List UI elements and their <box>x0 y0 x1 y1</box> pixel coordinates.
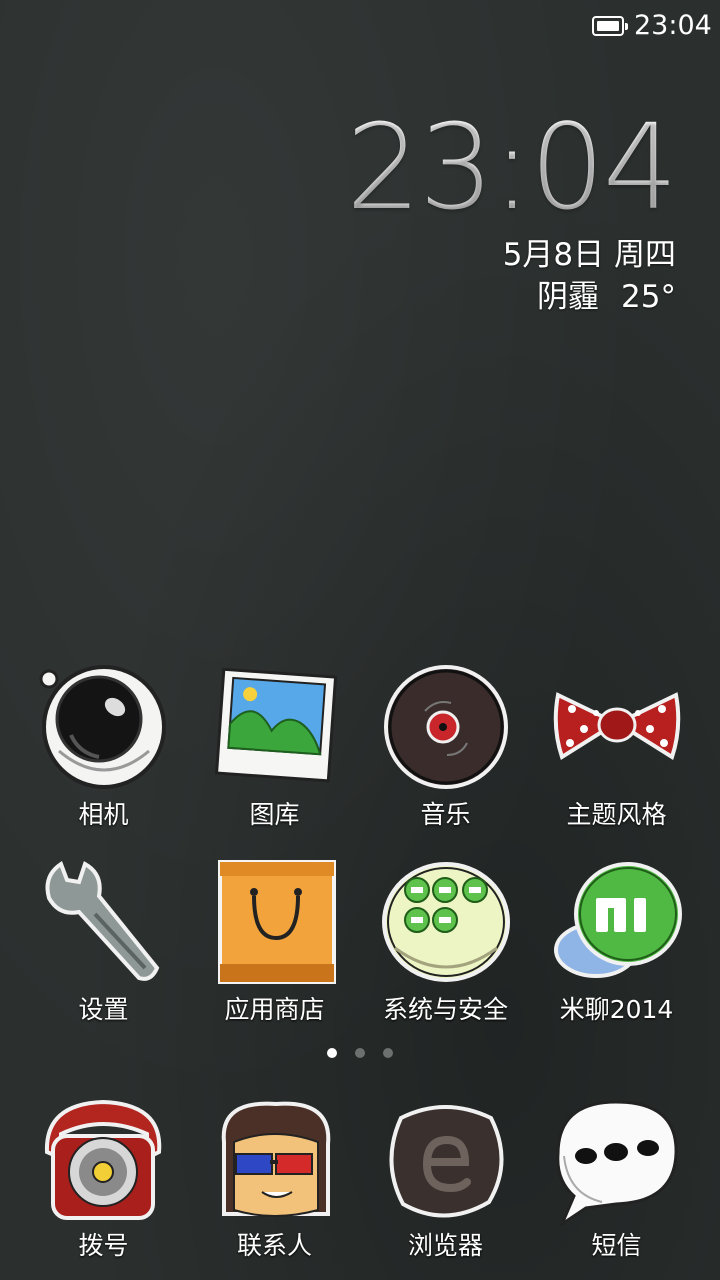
miliao-icon <box>553 862 682 978</box>
dock-app-messages[interactable]: 短信 <box>531 1090 702 1280</box>
app-label: 米聊2014 <box>559 995 674 1024</box>
clock-date: 5月8日 周四 <box>502 237 676 273</box>
app-label: 联系人 <box>236 1231 312 1260</box>
security-icon <box>381 862 510 982</box>
app-label: 设置 <box>78 995 129 1024</box>
weather-condition: 阴霾 <box>537 279 600 315</box>
app-label: 应用商店 <box>224 995 325 1024</box>
camera-icon <box>39 665 166 789</box>
clock-widget[interactable]: 23:04 5月8日 周四 阴霾 25° <box>345 98 678 318</box>
status-time: 23:04 <box>634 10 712 41</box>
status-bar: 23:04 <box>0 0 720 52</box>
app-gallery[interactable]: 图库 <box>189 655 360 850</box>
weather-temperature: 25° <box>621 279 676 315</box>
page-dot-2[interactable] <box>355 1048 365 1058</box>
dock: 拨号 联系人 浏览器 短信 <box>18 1090 702 1280</box>
page-dot-1[interactable] <box>327 1048 337 1058</box>
contacts-icon <box>221 1101 330 1217</box>
settings-wrench-icon <box>45 860 159 981</box>
page-indicator[interactable] <box>0 1048 720 1058</box>
app-miliao[interactable]: 米聊2014 <box>531 850 702 1045</box>
dock-app-contacts[interactable]: 联系人 <box>189 1090 360 1280</box>
app-label: 相机 <box>78 800 129 829</box>
page-dot-3[interactable] <box>383 1048 393 1058</box>
app-camera[interactable]: 相机 <box>18 655 189 850</box>
messages-icon <box>555 1100 678 1226</box>
battery-icon <box>592 16 628 36</box>
app-label: 拨号 <box>78 1231 129 1260</box>
clock-time: 23:04 <box>345 98 678 236</box>
phone-dialer-icon <box>44 1099 161 1220</box>
app-store[interactable]: 应用商店 <box>189 850 360 1045</box>
app-security[interactable]: 系统与安全 <box>360 850 531 1045</box>
app-label: 音乐 <box>420 800 471 829</box>
dock-app-dialer[interactable]: 拨号 <box>18 1090 189 1280</box>
app-label: 主题风格 <box>566 800 667 829</box>
themes-icon <box>553 692 680 761</box>
app-grid: 相机 图库 音乐 主题风格 设置 应用商店 系统与安全 米聊2014 <box>18 655 702 1045</box>
app-themes[interactable]: 主题风格 <box>531 655 702 850</box>
weather[interactable]: 阴霾 25° <box>346 276 676 318</box>
app-label: 短信 <box>591 1231 642 1260</box>
browser-icon <box>389 1105 503 1218</box>
app-label: 系统与安全 <box>382 995 508 1024</box>
dock-app-browser[interactable]: 浏览器 <box>360 1090 531 1280</box>
app-store-bag-icon <box>217 860 336 984</box>
music-icon <box>383 665 508 789</box>
app-settings[interactable]: 设置 <box>18 850 189 1045</box>
gallery-icon <box>214 667 337 783</box>
app-label: 图库 <box>249 800 300 829</box>
app-label: 浏览器 <box>407 1231 483 1260</box>
app-music[interactable]: 音乐 <box>360 655 531 850</box>
